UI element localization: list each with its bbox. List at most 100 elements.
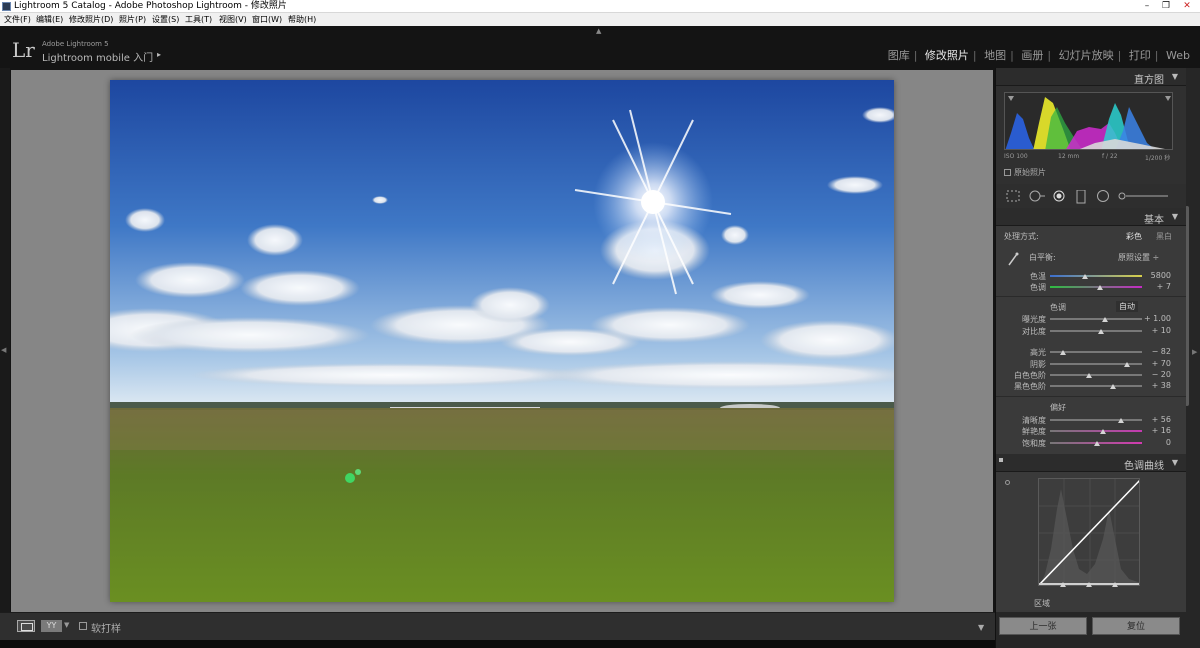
menu-edit[interactable]: 编辑(E): [36, 13, 63, 26]
whites-slider-thumb[interactable]: [1086, 373, 1092, 378]
top-panel-collapse-icon[interactable]: ▲: [596, 27, 601, 35]
temp-slider-track[interactable]: [1050, 275, 1142, 277]
curve-split-thumb-2[interactable]: [1086, 582, 1092, 587]
basic-collapse-icon[interactable]: ▼: [1172, 212, 1178, 221]
histogram-panel-header[interactable]: 直方图 ▼: [996, 68, 1186, 86]
original-photo-checkbox[interactable]: [1004, 169, 1011, 176]
identity-arrow-icon[interactable]: ▸: [157, 50, 161, 59]
right-panel-collapse-icon[interactable]: ▶: [1192, 348, 1197, 356]
highlights-slider-thumb[interactable]: [1060, 350, 1066, 355]
vibrance-value[interactable]: + 16: [1141, 426, 1171, 435]
whites-slider-track[interactable]: [1050, 374, 1142, 376]
crop-icon[interactable]: [1006, 190, 1020, 202]
module-slideshow[interactable]: 幻灯片放映: [1059, 47, 1114, 63]
whites-value[interactable]: − 20: [1141, 370, 1171, 379]
menu-develop[interactable]: 修改照片(D): [69, 13, 113, 26]
tint-slider-thumb[interactable]: [1097, 285, 1103, 290]
menu-help[interactable]: 帮助(H): [288, 13, 316, 26]
temp-slider-thumb[interactable]: [1082, 274, 1088, 279]
adjustment-brush-icon[interactable]: [1118, 190, 1168, 202]
curve-split-thumb-1[interactable]: [1060, 582, 1066, 587]
tone-curve-graph[interactable]: [1038, 478, 1140, 586]
tint-value[interactable]: + 7: [1141, 282, 1171, 291]
photo-preview[interactable]: [110, 80, 894, 602]
clarity-value[interactable]: + 56: [1141, 415, 1171, 424]
vibrance-slider-thumb[interactable]: [1100, 429, 1106, 434]
histogram[interactable]: [1004, 92, 1173, 150]
clarity-slider-track[interactable]: [1050, 419, 1142, 421]
menu-window[interactable]: 窗口(W): [252, 13, 282, 26]
previous-button[interactable]: 上一张: [999, 617, 1087, 635]
radial-filter-icon[interactable]: [1096, 190, 1110, 202]
module-separator: |: [1154, 49, 1159, 62]
before-after-view-button[interactable]: YY: [41, 620, 62, 632]
module-separator: |: [972, 49, 977, 62]
saturation-value[interactable]: 0: [1141, 438, 1171, 447]
reset-button[interactable]: 复位: [1092, 617, 1180, 635]
tone-curve-svg: [1039, 479, 1139, 585]
module-book[interactable]: 画册: [1021, 47, 1043, 63]
white-balance-label: 白平衡:: [1029, 253, 1056, 262]
toolbar-options-icon[interactable]: ▼: [978, 623, 984, 632]
blacks-slider-thumb[interactable]: [1110, 384, 1116, 389]
maximize-icon[interactable]: ❐: [1157, 1, 1175, 11]
close-icon[interactable]: ✕: [1178, 1, 1196, 11]
tone-curve-collapse-icon[interactable]: ▼: [1172, 458, 1178, 467]
tint-label: 色调: [1030, 283, 1046, 292]
whites-label: 白色色阶: [1014, 371, 1046, 380]
histogram-collapse-icon[interactable]: ▼: [1172, 72, 1178, 81]
blacks-value[interactable]: + 38: [1141, 381, 1171, 390]
soft-proof-checkbox[interactable]: [79, 622, 87, 630]
menu-settings[interactable]: 设置(S): [152, 13, 179, 26]
blacks-slider-track[interactable]: [1050, 385, 1142, 387]
highlights-label: 高光: [1030, 348, 1046, 357]
spot-removal-icon[interactable]: [1029, 190, 1045, 202]
menu-photo[interactable]: 照片(P): [119, 13, 146, 26]
tone-auto-button[interactable]: 自动: [1116, 301, 1138, 312]
curve-split-thumb-3[interactable]: [1112, 582, 1118, 587]
saturation-slider-thumb[interactable]: [1094, 441, 1100, 446]
highlights-value[interactable]: − 82: [1141, 347, 1171, 356]
module-library[interactable]: 图库: [888, 47, 910, 63]
module-separator: |: [913, 49, 918, 62]
module-develop[interactable]: 修改照片: [925, 47, 969, 63]
menu-file[interactable]: 文件(F): [4, 13, 31, 26]
tone-curve-panel-header[interactable]: 色调曲线 ▼: [996, 454, 1186, 472]
eyedropper-icon[interactable]: [1007, 252, 1019, 266]
basic-panel-header[interactable]: 基本 ▼: [996, 208, 1186, 226]
white-balance-dropdown[interactable]: 原照设置 ÷: [1118, 252, 1159, 263]
tint-slider-track[interactable]: [1050, 286, 1142, 288]
shadows-value[interactable]: + 70: [1141, 359, 1171, 368]
exposure-value[interactable]: + 1.00: [1141, 314, 1171, 323]
identity-main-text[interactable]: Lightroom mobile 入门: [42, 49, 153, 64]
loupe-view-button[interactable]: [17, 620, 35, 632]
minimize-icon[interactable]: –: [1138, 1, 1156, 11]
treatment-color-button[interactable]: 彩色: [1126, 231, 1142, 242]
tone-curve-toggle-icon[interactable]: [999, 458, 1003, 462]
menu-view[interactable]: 视图(V): [219, 13, 247, 26]
module-print[interactable]: 打印: [1129, 47, 1151, 63]
graduated-filter-icon[interactable]: [1076, 190, 1086, 204]
lightroom-app-icon: [2, 2, 11, 11]
module-map[interactable]: 地图: [984, 47, 1006, 63]
temp-value[interactable]: 5800: [1141, 271, 1171, 280]
vibrance-label: 鲜艳度: [1022, 427, 1046, 436]
red-eye-icon[interactable]: [1052, 190, 1066, 202]
module-web[interactable]: Web: [1166, 49, 1190, 62]
exposure-slider-thumb[interactable]: [1102, 317, 1108, 322]
lr-logo: Lr: [12, 38, 35, 62]
menu-tools[interactable]: 工具(T): [185, 13, 212, 26]
exposure-slider-track[interactable]: [1050, 318, 1142, 320]
clarity-slider-thumb[interactable]: [1118, 418, 1124, 423]
contrast-slider-thumb[interactable]: [1098, 329, 1104, 334]
treatment-bw-button[interactable]: 黑白: [1156, 231, 1172, 242]
contrast-slider-track[interactable]: [1050, 330, 1142, 332]
target-adjust-icon[interactable]: [1005, 480, 1010, 485]
contrast-value[interactable]: + 10: [1141, 326, 1171, 335]
vibrance-slider-track[interactable]: [1050, 430, 1142, 432]
left-panel-expand-icon[interactable]: ◀: [1, 346, 6, 354]
view-mode-dropdown-icon[interactable]: ▼: [64, 621, 69, 629]
shadows-slider-thumb[interactable]: [1124, 362, 1130, 367]
left-panel-collapsed[interactable]: ◀: [0, 68, 10, 612]
bottom-toolbar: YY ▼ 软打样 ▼: [0, 612, 995, 640]
